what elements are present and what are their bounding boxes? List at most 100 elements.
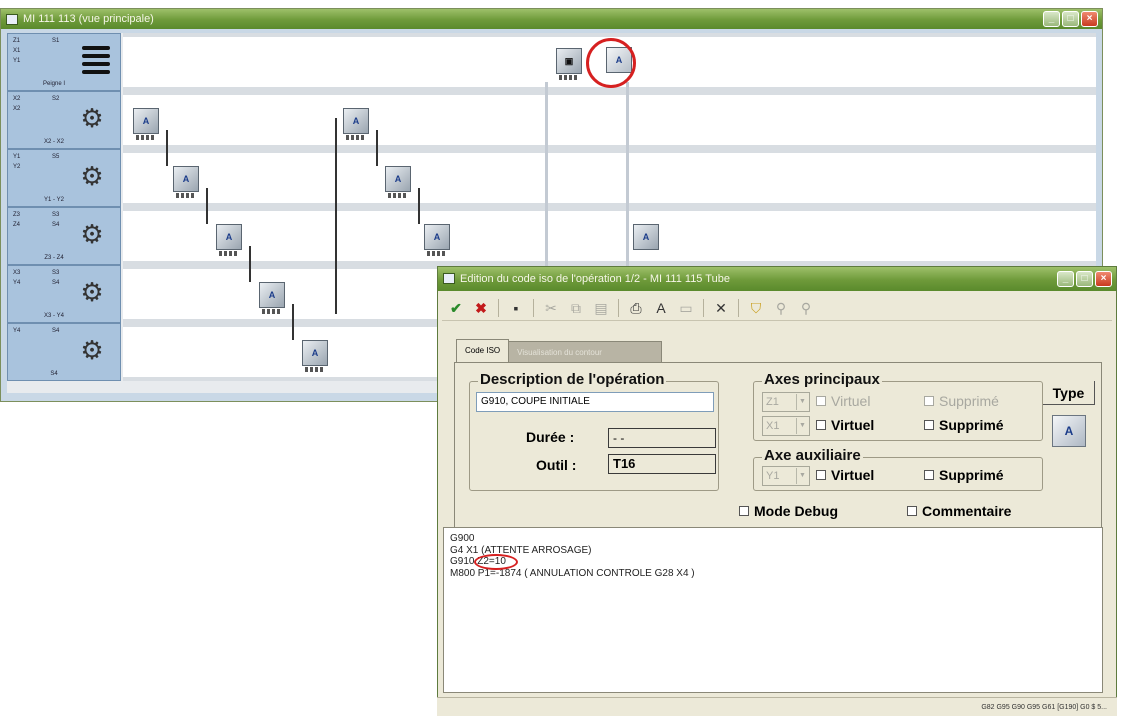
description-group: Description de l'opération G910, COUPE I… xyxy=(469,372,719,491)
timeline-row: Z3 Z4 S3 S4 ⚙ Z3 - Z4 xyxy=(7,207,1096,265)
print-icon[interactable]: ⎙ xyxy=(628,298,644,318)
axis-select-value: Y1 xyxy=(766,470,780,482)
supprime-checkbox-z1[interactable]: Supprimé xyxy=(924,392,999,410)
channel-label[interactable]: Y4 S4 ⚙ S4 xyxy=(7,323,121,381)
operation-icon[interactable]: A xyxy=(302,340,328,372)
channel-label[interactable]: Z3 Z4 S3 S4 ⚙ Z3 - Z4 xyxy=(7,207,121,265)
op-icon-label: A xyxy=(394,174,402,184)
timeline-row: Y1 Y2 S5 ⚙ Y1 - Y2 xyxy=(7,149,1096,207)
outil-field[interactable]: T16 xyxy=(608,454,716,474)
code-line: G910 Z2=10 xyxy=(450,556,506,567)
supprime-checkbox-aux[interactable]: Supprimé xyxy=(924,466,1004,484)
maximize-button[interactable]: □ xyxy=(1076,271,1093,287)
desktop-background xyxy=(0,402,437,719)
timeline-lane[interactable] xyxy=(123,207,1096,265)
tool-stack-icon xyxy=(82,42,110,74)
window-controls: _ □ × xyxy=(1043,11,1098,27)
operation-icon[interactable]: A xyxy=(173,166,199,198)
channel-name: Y1 - Y2 xyxy=(44,197,64,203)
toolbar-separator xyxy=(738,298,739,317)
axis-select-x1[interactable]: X1 ▼ xyxy=(762,416,810,436)
gear-icon: ⚙ xyxy=(80,103,104,133)
toolbar-separator xyxy=(533,298,534,317)
timeline-lane[interactable] xyxy=(123,149,1096,207)
main-window-title: MI 111 113 (vue principale) xyxy=(23,13,154,25)
axis-label: Y4 xyxy=(13,280,21,286)
connector-line xyxy=(166,130,168,166)
cut-icon[interactable]: ✂ xyxy=(543,298,559,318)
close-button[interactable]: × xyxy=(1081,11,1098,27)
minimize-button[interactable]: _ xyxy=(1057,271,1074,287)
commentaire-checkbox[interactable]: Commentaire xyxy=(907,502,1097,520)
channel-label[interactable]: X3 Y4 S3 S4 ⚙ X3 - Y4 xyxy=(7,265,121,323)
iso-code-editor[interactable]: G900 G4 X1 (ATTENTE ARROSAGE) G910 Z2=10… xyxy=(443,527,1103,693)
shield-icon[interactable]: ⛉ xyxy=(748,298,764,318)
axis-select-z1[interactable]: Z1 ▼ xyxy=(762,392,810,412)
paste-icon[interactable]: ▤ xyxy=(593,298,609,318)
copy-icon[interactable]: ⧉ xyxy=(568,298,584,318)
search-next-icon[interactable]: ⚲ xyxy=(798,298,814,318)
tab-code-iso[interactable]: Code ISO xyxy=(456,339,510,363)
checkbox-label: Mode Debug xyxy=(754,503,838,519)
axis-label: Y1 xyxy=(13,154,21,160)
operation-icon[interactable]: A xyxy=(216,224,242,256)
type-button[interactable]: Type xyxy=(1043,381,1095,405)
code-line: G4 X1 (ATTENTE ARROSAGE) xyxy=(450,544,592,556)
spindle-label: S5 xyxy=(52,154,60,160)
virtuel-checkbox-aux[interactable]: Virtuel xyxy=(816,466,874,484)
toolbar-separator xyxy=(498,298,499,317)
axis-label: X3 xyxy=(13,270,21,276)
virtuel-checkbox-x1[interactable]: Virtuel xyxy=(816,416,874,434)
operation-type-icon[interactable]: A xyxy=(1052,415,1086,447)
op-icon-label: A xyxy=(268,290,276,300)
axes-principaux-title: Axes principaux xyxy=(762,371,882,388)
sync-line xyxy=(335,118,337,314)
operation-icon[interactable]: A xyxy=(133,108,159,140)
validate-check-icon[interactable]: ✔ xyxy=(448,298,464,318)
duree-field[interactable]: - - xyxy=(608,428,716,448)
save-icon[interactable]: ▪ xyxy=(508,298,524,318)
tab-visualisation-contour[interactable]: Visualisation du contour xyxy=(508,341,663,363)
operation-icon[interactable]: A xyxy=(633,224,659,250)
operation-icon[interactable]: ▣ xyxy=(556,48,582,80)
toolbar-separator xyxy=(618,298,619,317)
checkbox-label: Supprimé xyxy=(939,417,1004,433)
operation-icon[interactable]: A xyxy=(424,224,450,256)
tools-icon[interactable]: ✕ xyxy=(713,298,729,318)
spindle-label: S4 xyxy=(52,328,60,334)
sync-line xyxy=(545,82,548,282)
channel-name: S4 xyxy=(50,371,58,377)
axis-select-y1[interactable]: Y1 ▼ xyxy=(762,466,810,486)
chevron-down-icon: ▼ xyxy=(796,418,808,434)
channel-label[interactable]: Z1 X1 Y1 S1 Peigne I xyxy=(7,33,121,91)
maximize-button[interactable]: □ xyxy=(1062,11,1079,27)
axis-label: Y4 xyxy=(13,328,21,334)
close-button[interactable]: × xyxy=(1095,271,1112,287)
outil-label: Outil : xyxy=(536,457,577,473)
operation-icon[interactable]: A xyxy=(343,108,369,140)
cancel-x-icon[interactable]: ✖ xyxy=(473,298,489,318)
virtuel-checkbox-z1[interactable]: Virtuel xyxy=(816,392,870,410)
timeline-lane[interactable] xyxy=(123,91,1096,149)
channel-label[interactable]: Y1 Y2 S5 ⚙ Y1 - Y2 xyxy=(7,149,121,207)
gear-icon: ⚙ xyxy=(80,277,104,307)
comment-icon[interactable]: ▭ xyxy=(678,298,694,318)
dialog-titlebar[interactable]: Edition du code iso de l'opération 1/2 -… xyxy=(438,267,1116,291)
description-input[interactable]: G910, COUPE INITIALE xyxy=(476,392,714,412)
main-window-titlebar[interactable]: MI 111 113 (vue principale) _ □ × xyxy=(1,9,1102,29)
font-icon[interactable]: A xyxy=(653,298,669,318)
channel-label[interactable]: X2 X2 S2 ⚙ X2 - X2 xyxy=(7,91,121,149)
operation-icon[interactable]: A xyxy=(385,166,411,198)
app-icon xyxy=(443,273,455,284)
axis-label: Y2 xyxy=(13,164,21,170)
search-icon[interactable]: ⚲ xyxy=(773,298,789,318)
supprime-checkbox-x1[interactable]: Supprimé xyxy=(924,416,1004,434)
axis-select-value: X1 xyxy=(766,420,780,432)
timeline-row: X2 X2 S2 ⚙ X2 - X2 xyxy=(7,91,1096,149)
operation-icon[interactable]: A xyxy=(259,282,285,314)
gear-icon: ⚙ xyxy=(80,335,104,365)
axis-label: X1 xyxy=(13,48,21,54)
minimize-button[interactable]: _ xyxy=(1043,11,1060,27)
mode-debug-checkbox[interactable]: Mode Debug xyxy=(739,502,838,520)
chevron-down-icon: ▼ xyxy=(796,468,808,484)
